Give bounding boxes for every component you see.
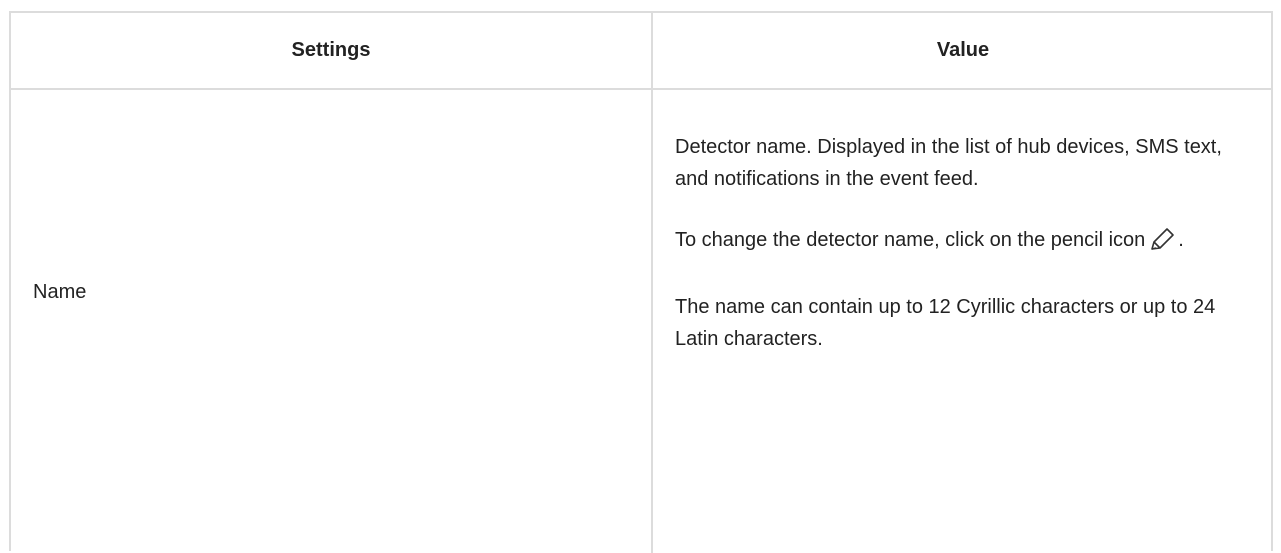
header-settings: Settings bbox=[291, 39, 371, 61]
pencil-icon bbox=[1148, 226, 1178, 262]
setting-name-cell: Name bbox=[33, 281, 87, 303]
value-description: Detector name. Displayed in the list of … bbox=[675, 136, 1222, 190]
table-header-row: Settings Value bbox=[11, 13, 1271, 90]
value-limits: The name can contain up to 12 Cyrillic c… bbox=[675, 296, 1216, 350]
value-instruction-text: To change the detector name, click on th… bbox=[675, 229, 1146, 251]
settings-table: Settings Value Name Detector name. Displ… bbox=[9, 11, 1273, 553]
header-value: Value bbox=[936, 39, 990, 61]
value-instruction: To change the detector name, click on th… bbox=[675, 224, 1235, 262]
column-divider bbox=[651, 13, 653, 553]
value-instruction-end: . bbox=[1178, 229, 1184, 251]
setting-value-cell: Detector name. Displayed in the list of … bbox=[675, 131, 1235, 384]
